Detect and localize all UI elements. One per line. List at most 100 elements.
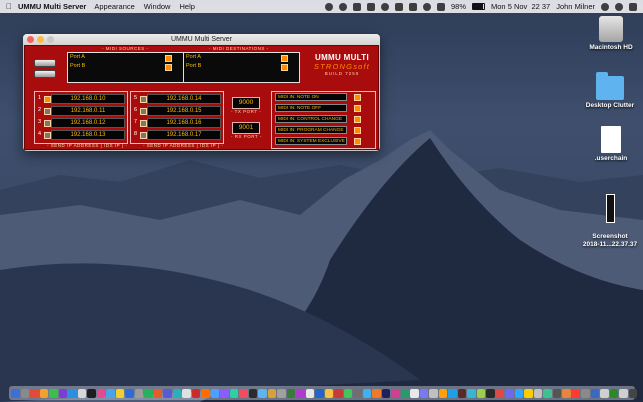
dock-app-icon[interactable]: [39, 388, 48, 398]
desktop-icon-desktop-clutter[interactable]: Desktop Clutter: [578, 72, 642, 109]
dock-app-icon[interactable]: [438, 388, 447, 398]
dock-app-icon[interactable]: [239, 388, 248, 398]
ip-3-checkbox[interactable]: [44, 120, 51, 127]
dock-app-icon[interactable]: [11, 388, 20, 398]
dock-app-icon[interactable]: [191, 388, 200, 398]
dock-app-icon[interactable]: [514, 388, 523, 398]
dock-app-icon[interactable]: [381, 388, 390, 398]
ip-4-field[interactable]: 192.168.0.13: [51, 130, 125, 140]
minimize-button[interactable]: [37, 36, 44, 43]
dock-app-icon[interactable]: [277, 388, 286, 398]
filter-note-on-checkbox[interactable]: [354, 94, 361, 101]
desktop-icon-userchain[interactable]: .userchain: [585, 126, 637, 162]
airplay-icon[interactable]: [395, 2, 403, 11]
filter-note-off-checkbox[interactable]: [354, 105, 361, 112]
dock-app-icon[interactable]: [77, 388, 86, 398]
dock-app-icon[interactable]: [609, 388, 618, 398]
bluetooth-icon[interactable]: [409, 2, 417, 11]
dock-app-icon[interactable]: [153, 388, 162, 398]
dock-app-icon[interactable]: [448, 388, 457, 398]
app-menu[interactable]: UMMU Multi Server: [18, 2, 86, 11]
search-icon[interactable]: [601, 2, 609, 11]
ip-6-checkbox[interactable]: [140, 108, 147, 115]
creative-cloud-icon[interactable]: [325, 2, 333, 11]
dock-app-icon[interactable]: [476, 388, 485, 398]
dock-app-icon[interactable]: [96, 388, 105, 398]
dock-app-icon[interactable]: [581, 388, 590, 398]
ip-2-checkbox[interactable]: [44, 108, 51, 115]
dock-app-icon[interactable]: [457, 388, 466, 398]
dock-app-icon[interactable]: [552, 388, 561, 398]
zoom-button[interactable]: [47, 36, 54, 43]
dock-app-icon[interactable]: [600, 388, 609, 398]
dock-app-icon[interactable]: [58, 388, 67, 398]
dock-app-icon[interactable]: [258, 388, 267, 398]
notification-center-icon[interactable]: [629, 2, 637, 11]
apple-menu-icon[interactable]: : [0, 2, 18, 11]
dock-app-icon[interactable]: [286, 388, 295, 398]
source-port-b-checkbox[interactable]: [165, 64, 172, 71]
dock-app-icon[interactable]: [524, 388, 533, 398]
dock-app-icon[interactable]: [182, 388, 191, 398]
dock-app-icon[interactable]: [372, 388, 381, 398]
dock-app-icon[interactable]: [353, 388, 362, 398]
user-name[interactable]: John Milner: [556, 2, 595, 11]
dock-app-icon[interactable]: [467, 388, 476, 398]
steam-icon[interactable]: [353, 2, 361, 11]
cloud-icon[interactable]: [339, 2, 347, 11]
source-port-a-checkbox[interactable]: [165, 55, 172, 62]
ip-7-checkbox[interactable]: [140, 120, 147, 127]
dock-app-icon[interactable]: [172, 388, 181, 398]
dock-app-icon[interactable]: [410, 388, 419, 398]
dock-app-icon[interactable]: [134, 388, 143, 398]
side-button-1[interactable]: [34, 59, 56, 67]
filter-control-change-checkbox[interactable]: [354, 116, 361, 123]
dock-app-icon[interactable]: [30, 388, 39, 398]
tx-port-field[interactable]: 9000: [232, 97, 260, 109]
dock-app-icon[interactable]: [562, 388, 571, 398]
ip-2-field[interactable]: 192.168.0.11: [51, 106, 125, 116]
dock-app-icon[interactable]: [505, 388, 514, 398]
ip-8-checkbox[interactable]: [140, 132, 147, 139]
dock-app-icon[interactable]: [220, 388, 229, 398]
dock-app-icon[interactable]: [571, 388, 580, 398]
battery-icon[interactable]: [472, 3, 486, 10]
dock-app-icon[interactable]: [296, 388, 305, 398]
dock-app-icon[interactable]: [68, 388, 77, 398]
ip-6-field[interactable]: 192.168.0.15: [147, 106, 221, 116]
dock-app-icon[interactable]: [267, 388, 276, 398]
ip-1-field[interactable]: 192.168.0.10: [51, 94, 125, 104]
desktop-icon-screenshot[interactable]: Screenshot 2018-11...22.37.37: [579, 186, 641, 257]
dock-app-icon[interactable]: [543, 388, 552, 398]
dock-app-icon[interactable]: [248, 388, 257, 398]
dock-app-icon[interactable]: [87, 388, 96, 398]
desktop-icon-macintosh-hd[interactable]: Macintosh HD: [585, 16, 637, 51]
ip-4-checkbox[interactable]: [44, 132, 51, 139]
dock-app-icon[interactable]: [106, 388, 115, 398]
dock-app-icon[interactable]: [486, 388, 495, 398]
dock-app-icon[interactable]: [163, 388, 172, 398]
ip-3-field[interactable]: 192.168.0.12: [51, 118, 125, 128]
dock-app-icon[interactable]: [210, 388, 219, 398]
ip-8-field[interactable]: 192.168.0.17: [147, 130, 221, 140]
dock-app-icon[interactable]: [400, 388, 409, 398]
menu-help[interactable]: Help: [179, 2, 194, 11]
wifi-icon[interactable]: [423, 2, 431, 11]
clock[interactable]: Mon 5 Nov 22 37: [491, 2, 550, 11]
siri-icon[interactable]: [615, 2, 623, 11]
ip-5-checkbox[interactable]: [140, 96, 147, 103]
dock-app-icon[interactable]: [362, 388, 371, 398]
dock-app-icon[interactable]: [429, 388, 438, 398]
dock-app-icon[interactable]: [628, 388, 637, 398]
dock-app-icon[interactable]: [305, 388, 314, 398]
side-button-2[interactable]: [34, 70, 56, 78]
dock-app-icon[interactable]: [49, 388, 58, 398]
ip-1-checkbox[interactable]: [44, 96, 51, 103]
filter-program-change-checkbox[interactable]: [354, 127, 361, 134]
menu-appearance[interactable]: Appearance: [94, 2, 134, 11]
rx-port-field[interactable]: 9001: [232, 122, 260, 134]
dock-app-icon[interactable]: [619, 388, 628, 398]
menu-window[interactable]: Window: [144, 2, 171, 11]
close-button[interactable]: [27, 36, 34, 43]
dock-app-icon[interactable]: [201, 388, 210, 398]
